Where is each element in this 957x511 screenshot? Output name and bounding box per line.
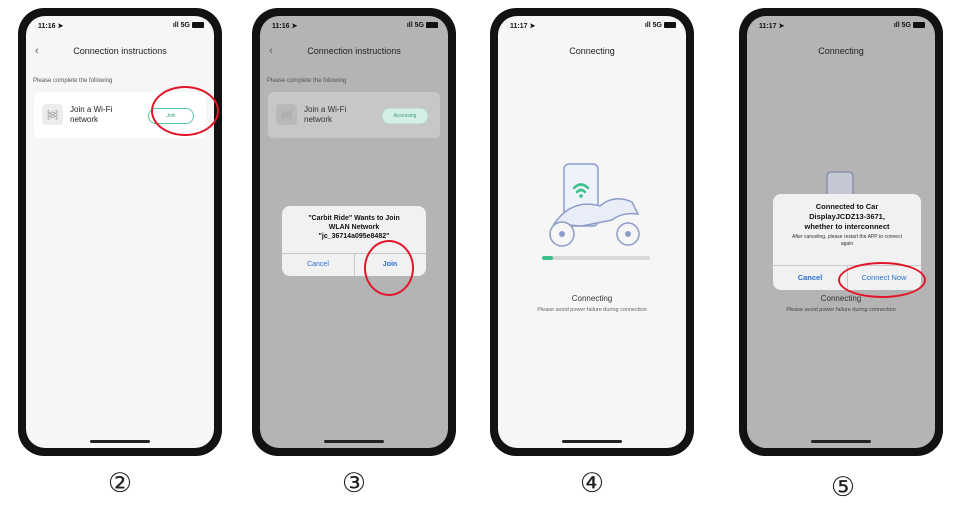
- join-wifi-card: ᯼ Join a Wi-Fi network Accessing: [268, 92, 440, 138]
- power-warning: Please avoid power failure during connec…: [786, 307, 896, 313]
- signal-icon: ıll: [893, 22, 900, 29]
- page-title: Connecting: [569, 46, 615, 56]
- network-label: 5G: [901, 22, 911, 29]
- step-number-3: ③: [341, 468, 367, 499]
- phone-motorcycle-illustration: [549, 163, 640, 247]
- card-label: Join a Wi-Fi network: [70, 105, 113, 124]
- highlight-ring-join-dialog: [364, 240, 414, 296]
- highlight-ring-connect-now: [838, 262, 926, 298]
- location-arrow-icon: ➤: [291, 23, 298, 30]
- alert-line-2: DisplayJCDZ13-3671,: [809, 212, 885, 221]
- step-number-2: ②: [107, 468, 133, 499]
- home-indicator: [324, 440, 384, 443]
- connecting-label: Connecting: [820, 294, 862, 303]
- page-title: Connection instructions: [73, 46, 167, 56]
- power-warning: Please avoid power failure during connec…: [537, 307, 647, 313]
- phone-step-2: 11:16 ➤ ıll 5G ‹ Connection instructions…: [18, 8, 222, 456]
- network-label: 5G: [652, 22, 662, 29]
- highlight-ring-join: [151, 86, 219, 136]
- alert-line-3: whether to interconnect: [804, 222, 890, 231]
- alert-line-2: WLAN Network: [328, 224, 380, 231]
- location-arrow-icon: ➤: [57, 23, 64, 30]
- instruction-hint: Please complete the following: [267, 78, 347, 84]
- phone-step-4: 11:17 ➤ ıll 5G Connecting Connecting Ple…: [490, 8, 694, 456]
- location-arrow-icon: ➤: [529, 23, 536, 30]
- network-label: 5G: [180, 22, 190, 29]
- network-label: 5G: [414, 22, 424, 29]
- card-label: Join a Wi-Fi network: [304, 105, 347, 124]
- battery-icon: [192, 22, 204, 29]
- status-time: 11:16: [38, 23, 56, 30]
- step-number-5: ⑤: [830, 472, 856, 503]
- connection-progress-bar: [542, 256, 650, 260]
- status-bar: 11:16 ➤ ıll 5G: [272, 22, 438, 34]
- status-time: 11:17: [759, 23, 777, 30]
- status-bar: 11:16 ➤ ıll 5G: [38, 22, 204, 34]
- phone-step-5: 11:17 ➤ ıll 5G Connecting Connected to C…: [739, 8, 943, 456]
- progress-fill: [542, 256, 553, 260]
- home-indicator: [562, 440, 622, 443]
- status-bar: 11:17 ➤ ıll 5G: [510, 22, 676, 34]
- signal-icon: ıll: [406, 22, 413, 29]
- alert-line-1: "Carbit Ride" Wants to Join: [308, 215, 400, 222]
- battery-icon: [664, 22, 676, 29]
- accessing-badge: Accessing: [382, 108, 428, 124]
- alert-line-1: Connected to Car: [815, 202, 879, 211]
- home-indicator: [90, 440, 150, 443]
- battery-icon: [913, 22, 925, 29]
- status-time: 11:17: [510, 23, 528, 30]
- wifi-icon: ᯼: [42, 104, 63, 125]
- cancel-button[interactable]: Cancel: [282, 254, 354, 276]
- instruction-hint: Please complete the following: [33, 78, 113, 84]
- screen-join-wlan-dialog: 11:16 ➤ ıll 5G ‹ Connection instructions…: [260, 16, 448, 448]
- alert-note: After canceling, please restart the APP …: [792, 234, 902, 247]
- step-number-4: ④: [579, 468, 605, 499]
- alert-line-3: "jc_36714a095e8482": [318, 233, 390, 240]
- status-bar: 11:17 ➤ ıll 5G: [759, 22, 925, 34]
- screen-connecting: 11:17 ➤ ıll 5G Connecting Connecting Ple…: [498, 16, 686, 448]
- status-time: 11:16: [272, 23, 290, 30]
- signal-icon: ıll: [172, 22, 179, 29]
- cancel-button[interactable]: Cancel: [773, 266, 847, 290]
- battery-icon: [426, 22, 438, 29]
- location-arrow-icon: ➤: [778, 23, 785, 30]
- screen-interconnect-dialog: 11:17 ➤ ıll 5G Connecting Connected to C…: [747, 16, 935, 448]
- connecting-label: Connecting: [571, 294, 613, 303]
- page-title: Connecting: [818, 46, 864, 56]
- phone-step-3: 11:16 ➤ ıll 5G ‹ Connection instructions…: [252, 8, 456, 456]
- home-indicator: [811, 440, 871, 443]
- signal-icon: ıll: [644, 22, 651, 29]
- wifi-icon: ᯼: [276, 104, 297, 125]
- page-title: Connection instructions: [307, 46, 401, 56]
- screen-connection-instructions: 11:16 ➤ ıll 5G ‹ Connection instructions…: [26, 16, 214, 448]
